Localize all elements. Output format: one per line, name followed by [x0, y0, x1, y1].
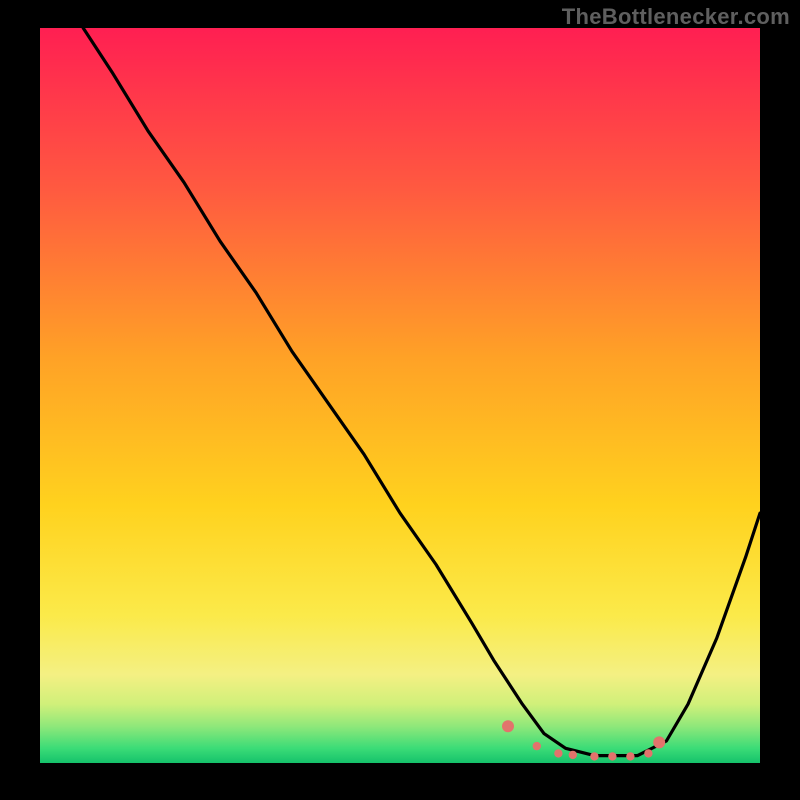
chart-frame: TheBottlenecker.com [0, 0, 800, 800]
optimal-dot [533, 742, 541, 750]
optimal-dot [590, 752, 598, 760]
chart-svg [40, 28, 760, 763]
optimal-dot [502, 720, 514, 732]
chart-plot [40, 28, 760, 763]
optimal-dot [626, 752, 634, 760]
watermark-text: TheBottlenecker.com [562, 4, 790, 30]
optimal-dot [653, 736, 665, 748]
optimal-dot [608, 752, 616, 760]
optimal-dot [554, 749, 562, 757]
chart-background [40, 28, 760, 763]
optimal-dot [569, 751, 577, 759]
optimal-dot [644, 749, 652, 757]
